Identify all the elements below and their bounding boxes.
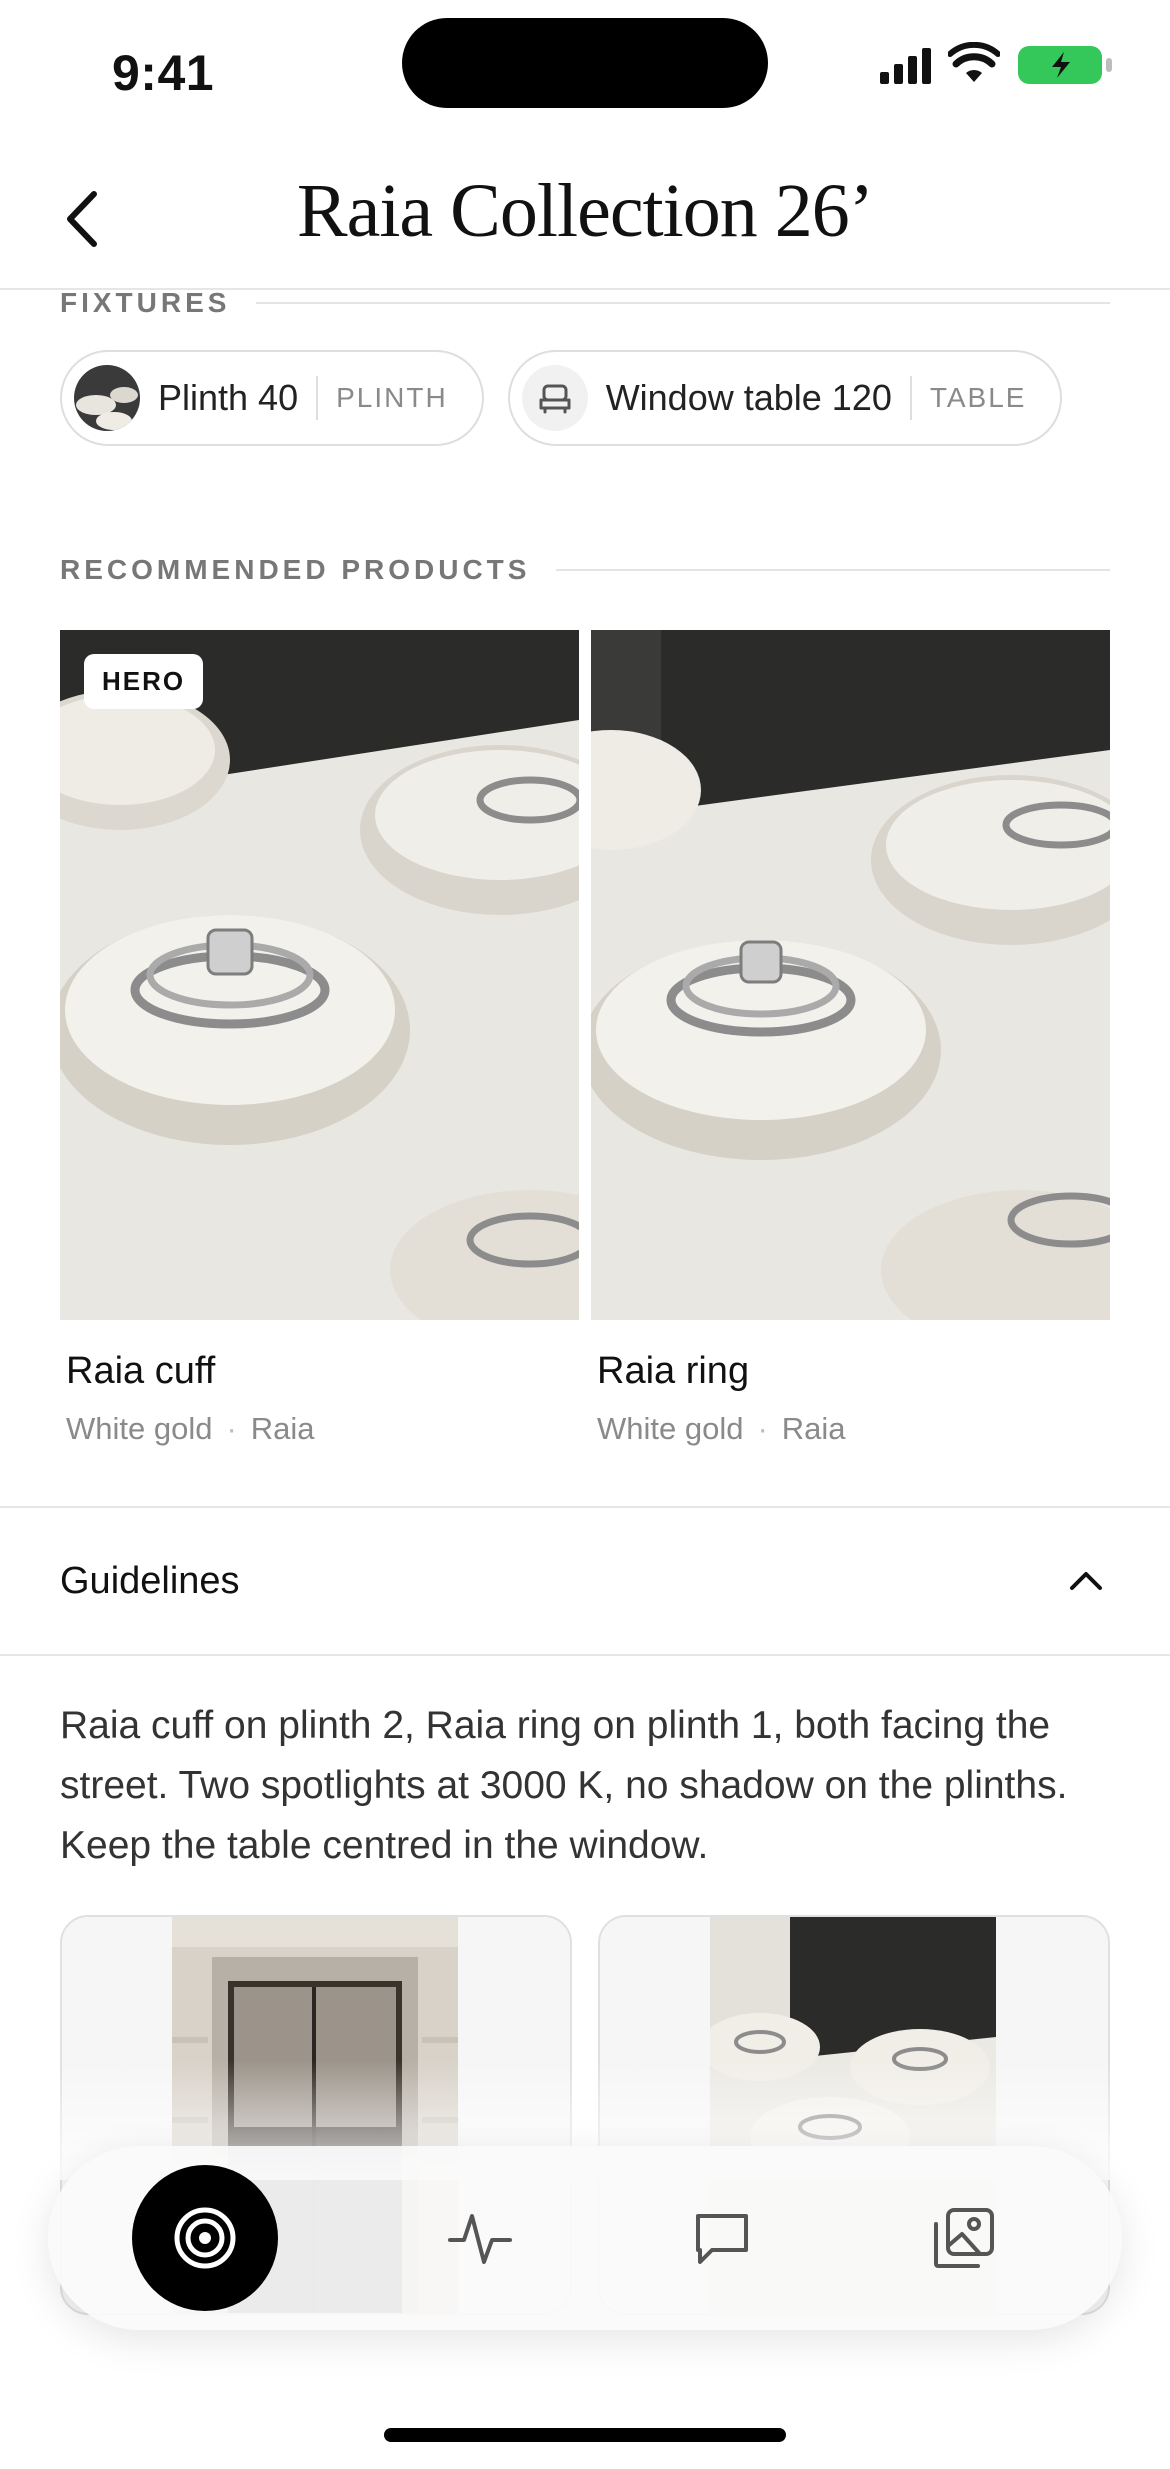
product-collection: Raia bbox=[781, 1411, 846, 1446]
product-grid: HERO Raia cuff White gold · Raia Raia ri… bbox=[60, 630, 1110, 1447]
product-material: White gold bbox=[597, 1411, 744, 1446]
hero-badge: HERO bbox=[84, 654, 204, 709]
product-image: HERO bbox=[60, 630, 579, 1320]
chip-separator bbox=[316, 376, 319, 420]
chip-separator bbox=[909, 376, 912, 420]
dynamic-island bbox=[402, 18, 768, 108]
fixtures-chip-list: Plinth 40 PLINTH Window table 120 TABLE bbox=[60, 350, 1063, 446]
cellular-signal-icon bbox=[880, 48, 931, 84]
gallery-icon bbox=[934, 2208, 994, 2268]
table-icon bbox=[521, 365, 588, 431]
product-collection: Raia bbox=[250, 1411, 315, 1446]
guidelines-text: Raia cuff on plinth 2, Raia ring on plin… bbox=[60, 1704, 1068, 1867]
product-name: Raia cuff bbox=[66, 1350, 216, 1392]
meta-separator: · bbox=[226, 1411, 237, 1446]
meta-separator: · bbox=[757, 1411, 768, 1446]
section-divider bbox=[256, 302, 1110, 304]
chevron-up-icon bbox=[1062, 1557, 1110, 1605]
guidelines-divider-bottom bbox=[0, 1654, 1170, 1656]
product-image bbox=[591, 630, 1110, 1320]
navigation-header: Raia Collection 26’ bbox=[0, 140, 1170, 290]
product-card[interactable]: HERO Raia cuff White gold · Raia bbox=[60, 630, 579, 1447]
status-time: 9:41 bbox=[112, 45, 215, 101]
plinth-thumbnail bbox=[74, 365, 140, 431]
tab-messages[interactable] bbox=[682, 2198, 762, 2278]
recommended-label: RECOMMENDED PRODUCTS bbox=[60, 554, 531, 585]
guidelines-toggle[interactable]: Guidelines bbox=[0, 1508, 1170, 1654]
product-meta: White gold · Raia bbox=[597, 1411, 1110, 1447]
product-name: Raia ring bbox=[597, 1350, 750, 1392]
fixture-type: TABLE bbox=[929, 382, 1027, 413]
tab-target[interactable] bbox=[132, 2165, 278, 2311]
fixture-type: PLINTH bbox=[336, 382, 448, 413]
wifi-icon bbox=[948, 42, 1000, 82]
fixture-name: Window table 120 bbox=[605, 377, 892, 418]
home-indicator bbox=[384, 2428, 786, 2442]
tab-activity[interactable] bbox=[440, 2198, 520, 2278]
target-icon bbox=[174, 2207, 236, 2269]
product-card[interactable]: Raia ring White gold · Raia bbox=[591, 630, 1110, 1447]
guidelines-title: Guidelines bbox=[60, 1559, 240, 1602]
page-title: Raia Collection 26’ bbox=[296, 169, 874, 253]
product-material: White gold bbox=[66, 1411, 213, 1446]
section-divider bbox=[556, 569, 1110, 571]
fixture-name: Plinth 40 bbox=[158, 377, 299, 418]
fixture-chip-plinth[interactable]: Plinth 40 PLINTH bbox=[60, 350, 484, 446]
fixtures-label: FIXTURES bbox=[60, 287, 231, 318]
battery-icon bbox=[1018, 46, 1112, 84]
recommended-section-header: RECOMMENDED PRODUCTS bbox=[60, 554, 1110, 586]
product-meta: White gold · Raia bbox=[66, 1411, 579, 1447]
activity-icon bbox=[448, 2214, 512, 2264]
status-bar: 9:41 bbox=[0, 0, 1170, 140]
tab-gallery[interactable] bbox=[924, 2198, 1004, 2278]
fixture-chip-table[interactable]: Window table 120 TABLE bbox=[507, 350, 1063, 446]
fixtures-section-header: FIXTURES bbox=[60, 287, 1110, 319]
bottom-tab-bar bbox=[48, 2146, 1122, 2330]
chat-icon bbox=[696, 2214, 748, 2264]
